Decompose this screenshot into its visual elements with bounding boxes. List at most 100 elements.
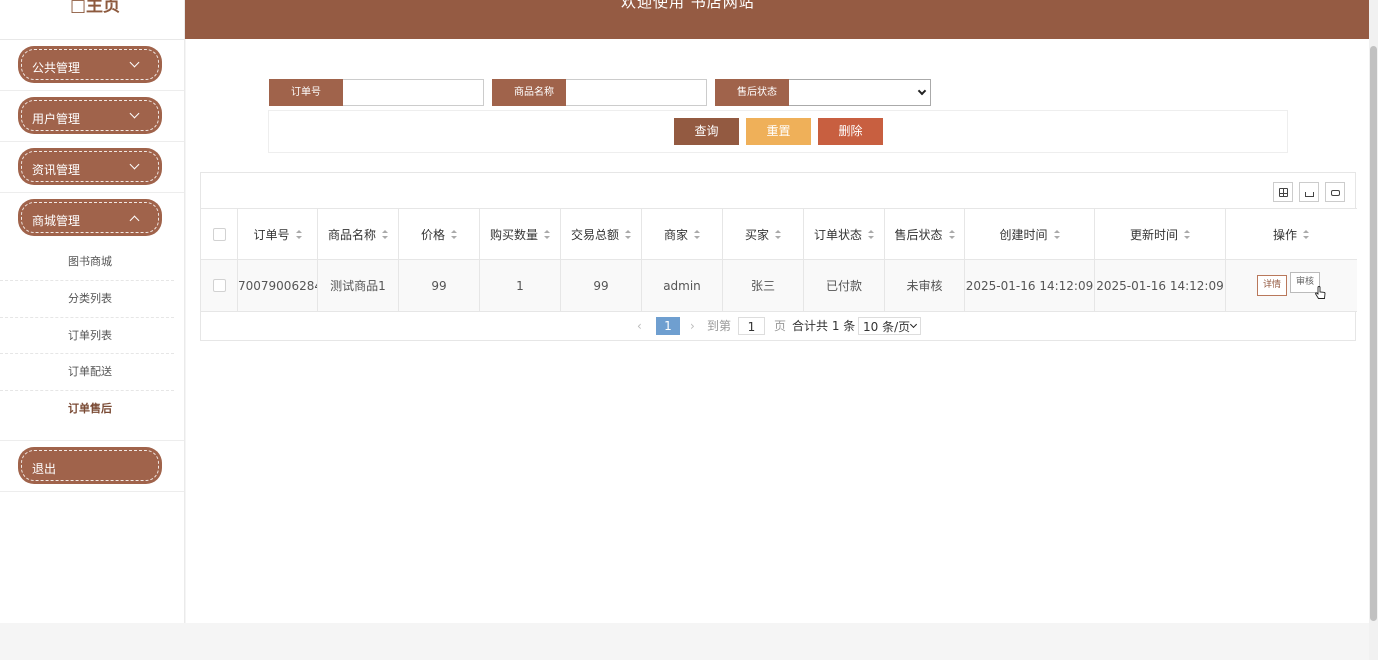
header-label: 订单号 — [253, 227, 290, 242]
chevron-down-icon — [917, 86, 927, 96]
cell-after-sale-status: 未审核 — [884, 260, 964, 311]
header-cell-buyer[interactable]: 买家 — [722, 209, 803, 259]
table-row: 7007900628471 测试商品1 99 1 99 admin 张三 已付款… — [201, 260, 1357, 312]
submenu-item-book-mall[interactable]: 图书商城 — [0, 244, 174, 281]
delete-button[interactable]: 删除 — [818, 118, 883, 145]
page-size-select[interactable]: 10 条/页 — [858, 317, 921, 335]
chevron-down-icon — [129, 108, 140, 119]
sort-icon[interactable] — [451, 229, 457, 239]
cell-actions: 详情 审核 — [1225, 260, 1356, 311]
chevron-down-icon — [129, 159, 140, 170]
order-no-label: 订单号 — [269, 79, 343, 106]
header-checkbox-cell — [201, 209, 237, 259]
header-cell-order-no[interactable]: 订单号 — [237, 209, 317, 259]
logout-label: 退出 — [32, 461, 57, 476]
logout-block: 退出 — [0, 441, 184, 492]
home-link[interactable]: □主页 — [70, 0, 120, 16]
sort-icon[interactable] — [1303, 229, 1309, 239]
grid-icon-glyph — [1279, 188, 1288, 197]
menu-label: 资讯管理 — [32, 163, 81, 177]
header-cell-merchant[interactable]: 商家 — [641, 209, 722, 259]
cell-created-time: 2025-01-16 14:12:09 — [964, 260, 1094, 311]
prev-page-button[interactable]: ‹ — [637, 317, 642, 335]
after-sale-status-label: 售后状态 — [715, 79, 789, 106]
cell-updated-time: 2025-01-16 14:12:09 — [1094, 260, 1225, 311]
header-cell-goods-name[interactable]: 商品名称 — [317, 209, 398, 259]
header-label: 交易总额 — [570, 227, 619, 242]
sort-icon[interactable] — [868, 229, 874, 239]
header-cell-after-sale-status[interactable]: 售后状态 — [884, 209, 964, 259]
sort-icon[interactable] — [295, 229, 302, 239]
print-icon-glyph — [1331, 190, 1340, 196]
mall-submenu: 图书商城 分类列表 订单列表 订单配送 订单售后 — [0, 244, 184, 441]
select-all-checkbox[interactable] — [212, 227, 226, 241]
sort-icon[interactable] — [625, 229, 631, 239]
page-unit-label: 页 — [774, 319, 787, 333]
menu-block-public: 公共管理 — [0, 40, 184, 91]
top-header: 欢迎使用 书店网站 — [185, 0, 1369, 39]
sort-icon[interactable] — [1184, 229, 1190, 239]
after-sale-status-select[interactable] — [789, 79, 931, 106]
cell-price: 99 — [398, 260, 479, 311]
menu-block-news: 资讯管理 — [0, 142, 184, 193]
goods-name-label: 商品名称 — [492, 79, 566, 106]
export-icon[interactable] — [1299, 182, 1319, 202]
column-filter-icon[interactable] — [1273, 182, 1293, 202]
menu-mall-button[interactable]: 商城管理 — [18, 199, 162, 236]
page-scrollbar[interactable] — [1369, 0, 1378, 660]
sort-icon[interactable] — [544, 229, 550, 239]
menu-public-button[interactable]: 公共管理 — [18, 46, 162, 83]
detail-button[interactable]: 详情 — [1257, 275, 1288, 296]
menu-news-button[interactable]: 资讯管理 — [18, 148, 162, 185]
submenu-item-order-delivery[interactable]: 订单配送 — [0, 354, 174, 392]
search-after-sale-status: 售后状态 — [715, 79, 931, 106]
cell-quantity: 1 — [479, 260, 560, 311]
total-count: 合计共 1 条 — [792, 319, 856, 333]
order-no-input[interactable] — [343, 79, 484, 106]
header-label: 买家 — [744, 227, 769, 242]
hand-cursor-icon — [1315, 286, 1326, 299]
header-cell-quantity[interactable]: 购买数量 — [479, 209, 560, 259]
header-label: 售后状态 — [894, 227, 943, 242]
header-cell-order-status[interactable]: 订单状态 — [803, 209, 884, 259]
sort-icon[interactable] — [1053, 229, 1060, 239]
header-cell-updated-time[interactable]: 更新时间 — [1094, 209, 1225, 259]
next-page-button[interactable]: › — [690, 317, 695, 335]
header-cell-price[interactable]: 价格 — [398, 209, 479, 259]
goods-name-input[interactable] — [566, 79, 707, 106]
order-table: 订单号 商品名称 价格 购买数量 交易总额 商家 买家 订单状态 售后状态 创建… — [200, 172, 1357, 341]
sidebar-header: □主页 — [0, 0, 184, 40]
submenu-item-order-after-sale[interactable]: 订单售后 — [0, 391, 174, 428]
menu-user-button[interactable]: 用户管理 — [18, 97, 162, 134]
header-label: 操作 — [1272, 227, 1297, 242]
header-label: 商品名称 — [327, 227, 376, 242]
cell-order-no: 7007900628471 — [237, 260, 317, 311]
print-icon[interactable] — [1325, 182, 1345, 202]
menu-label: 商城管理 — [32, 214, 81, 228]
header-label: 购买数量 — [489, 227, 538, 242]
header-cell-total[interactable]: 交易总额 — [560, 209, 641, 259]
sort-icon[interactable] — [694, 229, 700, 239]
sidebar: □主页 公共管理 用户管理 资讯管理 商城管理 图书商城 分类列表 订单列表 订… — [0, 0, 185, 623]
menu-block-mall: 商城管理 — [0, 193, 184, 244]
menu-label: 用户管理 — [32, 112, 81, 126]
row-checkbox[interactable] — [212, 279, 226, 292]
reset-button[interactable]: 重置 — [746, 118, 811, 145]
submenu-item-category-list[interactable]: 分类列表 — [0, 281, 174, 318]
page-number-current[interactable]: 1 — [656, 317, 680, 335]
header-cell-created-time[interactable]: 创建时间 — [964, 209, 1094, 259]
search-goods-name: 商品名称 — [492, 79, 707, 106]
sort-icon[interactable] — [382, 229, 388, 239]
scrollbar-thumb[interactable] — [1370, 46, 1377, 621]
submenu-item-order-list[interactable]: 订单列表 — [0, 318, 174, 355]
logout-button[interactable]: 退出 — [18, 446, 162, 484]
sort-icon[interactable] — [775, 229, 781, 239]
sort-icon[interactable] — [948, 229, 955, 239]
search-order-no: 订单号 — [269, 79, 484, 106]
cell-merchant: admin — [641, 260, 722, 311]
header-label: 商家 — [663, 227, 688, 242]
goto-label: 到第 — [707, 319, 732, 333]
query-button[interactable]: 查询 — [674, 118, 739, 145]
cell-goods-name: 测试商品1 — [317, 260, 398, 311]
goto-page-input[interactable]: 1 — [738, 317, 765, 335]
